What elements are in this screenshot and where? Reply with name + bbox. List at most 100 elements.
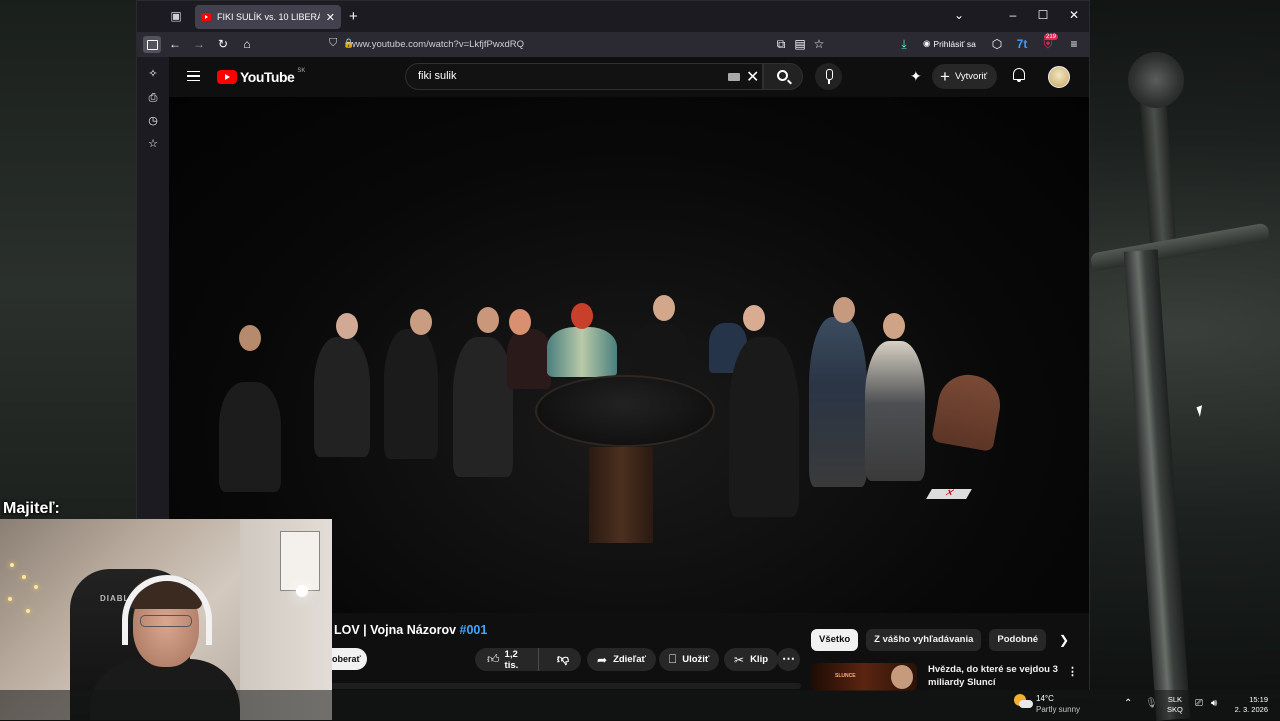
- back-icon[interactable]: ←: [167, 37, 183, 51]
- share-icon: ➦: [597, 653, 607, 667]
- extensions-icon[interactable]: ⬡: [989, 37, 1005, 51]
- close-window-icon[interactable]: ✕: [1064, 8, 1084, 22]
- clear-search-icon[interactable]: ✕: [746, 67, 759, 87]
- avatar[interactable]: [1048, 66, 1070, 88]
- search-query[interactable]: fiki sulik: [418, 70, 457, 82]
- video-round-table: [535, 375, 715, 447]
- extension-addon-icon[interactable]: 7t: [1014, 37, 1030, 51]
- language-code: SLK: [1167, 695, 1183, 705]
- chevron-right-icon[interactable]: ❯: [1059, 633, 1069, 647]
- microphone-icon[interactable]: 🎙︎: [1145, 698, 1158, 709]
- navigation-toolbar: ← → ↻ ⌂ ⛉ 🔒 www.youtube.com/watch?v=Lkfj…: [137, 32, 1089, 57]
- sidebar-toggle-icon[interactable]: [143, 36, 161, 53]
- tab-close-icon[interactable]: ✕: [326, 11, 335, 24]
- history-icon[interactable]: ◷: [146, 114, 160, 128]
- recommendation-title[interactable]: Hvězda, do které se vejdou 3 miliardy Sl…: [928, 663, 1063, 689]
- voice-search-icon[interactable]: [815, 63, 842, 90]
- search-input[interactable]: fiki sulik ✕: [405, 63, 763, 90]
- clip-button[interactable]: ✂ Klip: [724, 648, 778, 671]
- create-button[interactable]: + Vytvoriť: [932, 64, 997, 89]
- forward-icon[interactable]: →: [191, 37, 207, 51]
- tracking-shield-icon[interactable]: ⛉: [329, 37, 337, 50]
- bookmark-star-icon[interactable]: ☆: [811, 37, 827, 51]
- fairy-light: [10, 563, 14, 567]
- chip-related[interactable]: Podobné: [989, 629, 1046, 651]
- kebab-menu-icon[interactable]: ⋮: [1067, 665, 1078, 678]
- search-button[interactable]: [763, 63, 803, 90]
- search-icon: [777, 70, 788, 81]
- login-button[interactable]: ◉ Prihlásiť sa: [923, 38, 976, 49]
- scissors-icon: ✂: [734, 653, 744, 667]
- chip-from-search[interactable]: Z vášho vyhľadávania: [866, 629, 981, 651]
- synced-tabs-icon[interactable]: ⎙: [146, 91, 160, 105]
- menu-icon[interactable]: ≡: [1066, 37, 1082, 51]
- guide-menu-icon[interactable]: [187, 71, 200, 81]
- share-button[interactable]: ➦ Zdieľať: [587, 648, 656, 671]
- video-person: [865, 341, 925, 481]
- list-item[interactable]: SLUNCE Hvězda, do které se vejdou 3 mili…: [811, 661, 1077, 691]
- fairy-light: [8, 597, 12, 601]
- video-person: [631, 323, 687, 383]
- weather-temperature[interactable]: 14°C: [1036, 694, 1054, 703]
- tab-youtube-video[interactable]: FIKI SULÍK vs. 10 LIBERÁLOV | Vojna Názo…: [195, 5, 341, 29]
- like-count: 1,2 tis.: [505, 649, 526, 671]
- lock-icon[interactable]: 🔒: [343, 38, 354, 49]
- thumbs-up-icon: 👍︎: [487, 652, 500, 667]
- video-table-base: [589, 447, 653, 543]
- video-hashtag[interactable]: #001: [460, 623, 488, 637]
- youtube-favicon-icon: [201, 13, 211, 21]
- url-bar[interactable]: ⛉ 🔒 www.youtube.com/watch?v=LkfjfPwxdRQ: [323, 35, 823, 54]
- video-person-head: [571, 303, 593, 329]
- bookmarks-icon[interactable]: ☆: [146, 137, 160, 151]
- video-person: [547, 327, 617, 377]
- video-person-head: [239, 325, 261, 351]
- volume-icon[interactable]: 🔊︎: [1211, 698, 1217, 709]
- video-thumbnail[interactable]: SLUNCE: [811, 663, 917, 691]
- video-person-head: [477, 307, 499, 333]
- downloads-icon[interactable]: ⤓: [896, 37, 912, 51]
- webcam-poster: [280, 531, 320, 591]
- video-person-head: [336, 313, 358, 339]
- keyboard-layout-code: SKQ: [1167, 705, 1183, 715]
- video-person-head: [833, 297, 855, 323]
- taskbar: [0, 690, 1280, 720]
- weather-icon[interactable]: [1014, 694, 1032, 710]
- chip-all[interactable]: Všetko: [811, 629, 858, 651]
- youtube-logo[interactable]: YouTube SK: [217, 69, 305, 85]
- like-button[interactable]: 👍︎ 1,2 tis.: [475, 648, 539, 671]
- youtube-header: YouTube SK fiki sulik ✕ ✦ + Vytvoriť: [169, 57, 1089, 97]
- webcam-lamp: [296, 585, 308, 597]
- weather-condition[interactable]: Partly sunny: [1036, 705, 1080, 714]
- notifications-bell-icon[interactable]: [1013, 68, 1025, 80]
- thumbnail-text: SLUNCE: [835, 673, 856, 679]
- reader-view-icon[interactable]: ▤: [792, 37, 808, 51]
- picture-in-picture-icon[interactable]: ⧉: [773, 37, 789, 51]
- video-person: [384, 329, 438, 459]
- bookmark-icon: ⎕: [669, 652, 676, 667]
- dislike-button[interactable]: 👎︎: [545, 652, 581, 667]
- keyboard-icon[interactable]: [728, 73, 740, 81]
- minimize-icon[interactable]: –: [1003, 8, 1023, 22]
- ai-chat-icon[interactable]: ✧: [146, 67, 160, 81]
- tab-title: FIKI SULÍK vs. 10 LIBERÁLOV | Vojna Názo…: [217, 12, 320, 22]
- tab-overflow-chevron-icon[interactable]: ⌄: [949, 8, 969, 22]
- save-button[interactable]: ⎕ Uložiť: [659, 648, 719, 671]
- ai-sparkle-icon[interactable]: ✦: [910, 68, 922, 85]
- tray-chevron-up-icon[interactable]: ⌃: [1124, 698, 1132, 709]
- video-person: [809, 317, 867, 487]
- list-all-tabs-icon[interactable]: ▣: [169, 9, 183, 23]
- more-actions-icon[interactable]: ⋯: [777, 648, 800, 671]
- maximize-icon[interactable]: ☐: [1033, 8, 1053, 22]
- new-tab-icon[interactable]: +: [349, 8, 358, 25]
- language-indicator[interactable]: SLK SKQ: [1167, 695, 1183, 715]
- fairy-light: [22, 575, 26, 579]
- home-icon[interactable]: ⌂: [239, 37, 255, 51]
- network-icon[interactable]: ⎚: [1195, 698, 1203, 709]
- video-person-head: [509, 309, 531, 335]
- youtube-wordmark: YouTube: [240, 69, 294, 85]
- system-clock[interactable]: 15:19 2. 3. 2026: [1232, 695, 1268, 715]
- thumbnail-face: [891, 665, 913, 689]
- url-text[interactable]: www.youtube.com/watch?v=LkfjfPwxdRQ: [349, 39, 524, 50]
- ublock-count-badge: 219: [1044, 34, 1058, 40]
- reload-icon[interactable]: ↻: [215, 37, 231, 51]
